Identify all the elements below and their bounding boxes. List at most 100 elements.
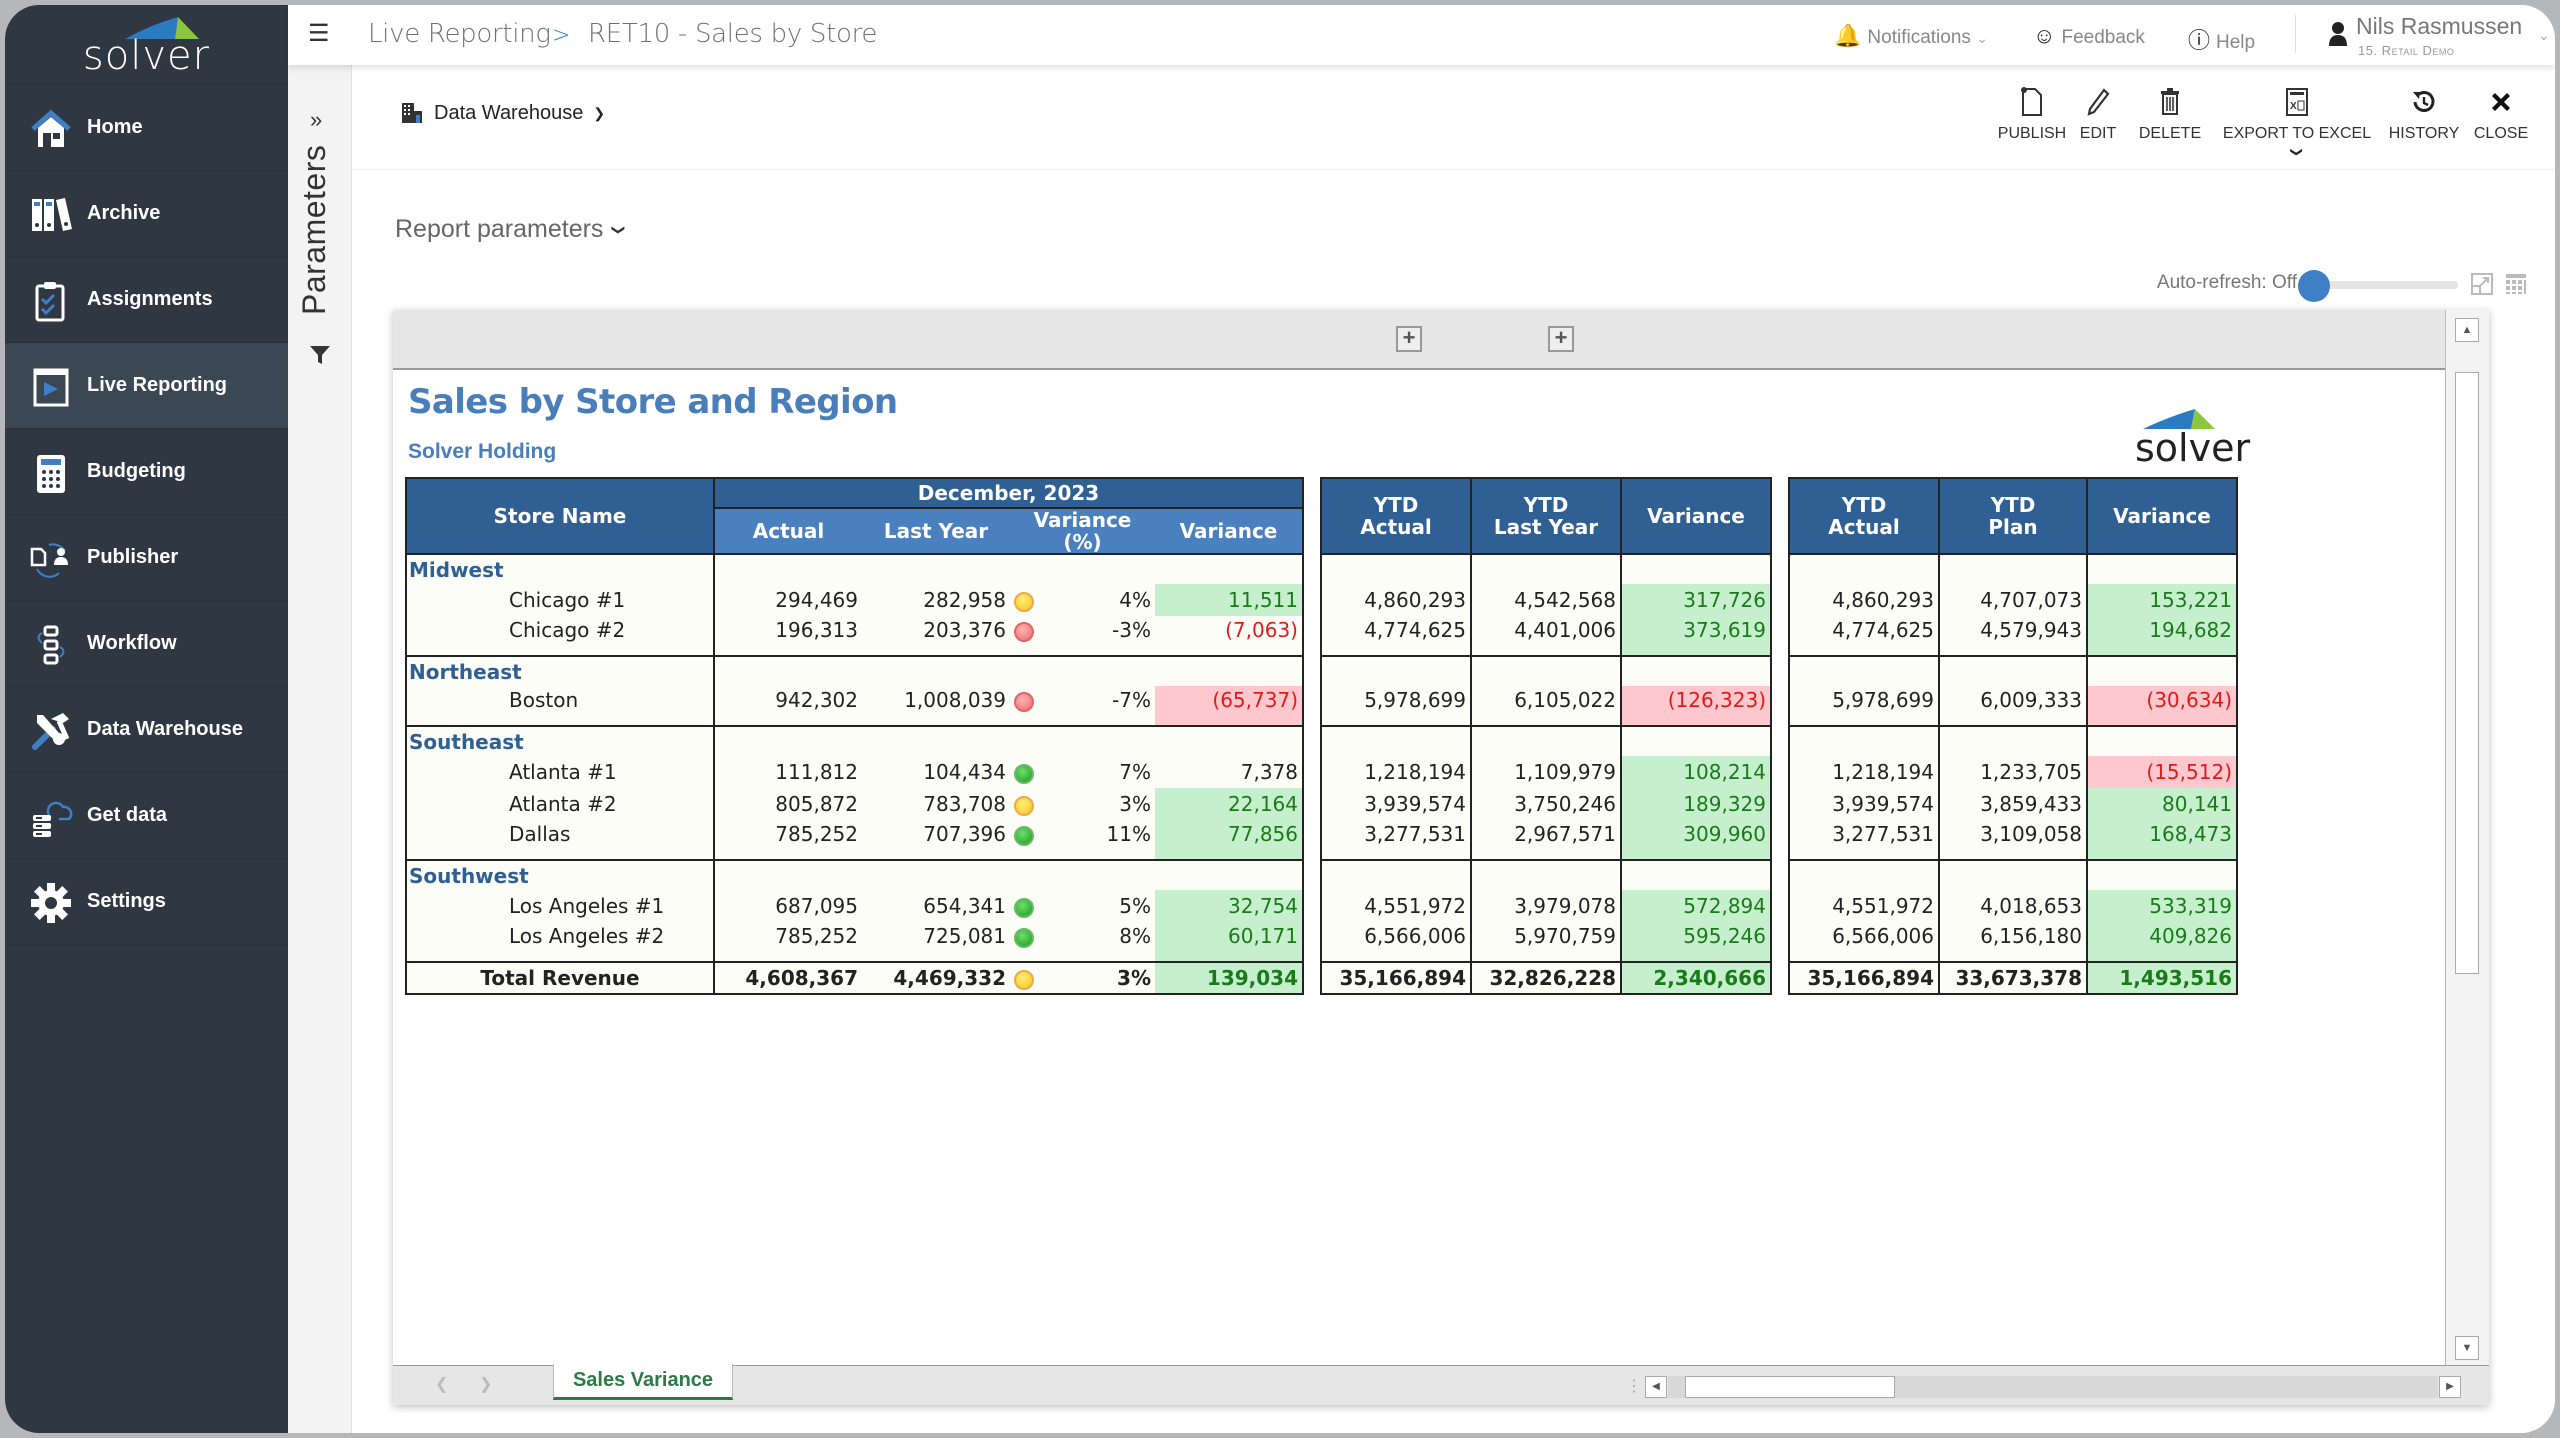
table-row: Los Angeles #2 785,252 725,081 8% 60,171 6,56… [405,922,2238,963]
scroll-up-button[interactable]: ▲ [2455,318,2479,342]
sidebar-item-home[interactable]: Home [5,85,288,171]
empty-cell [1470,554,1622,584]
actual-cell: 805,872 [713,788,862,820]
auto-refresh-slider[interactable] [2298,270,2458,302]
sidebar-item-workflow[interactable]: Workflow [5,601,288,687]
header-line: Plan [1988,515,2038,539]
sidebar-item-get-data[interactable]: Get data [5,773,288,859]
feedback-button[interactable]: ☺ Feedback [2033,23,2145,49]
chevron-down-icon: ❯ [593,104,606,121]
divider [2295,15,2296,53]
column-gap [1303,962,1321,994]
ytd-plan-variance-cell: 194,682 [2086,616,2238,657]
filter-icon[interactable] [308,343,332,367]
ytd-plan-variance-cell: 168,473 [2086,820,2238,861]
history-button[interactable]: HISTORY [2382,85,2466,143]
column-gap [1303,616,1321,656]
header-ytd-plan-variance: Variance [2086,477,2238,555]
edit-button[interactable]: EDIT [2068,85,2128,143]
store-name-cell: Los Angeles #2 [405,922,715,963]
sidebar-item-publisher[interactable]: Publisher [5,515,288,601]
prev-sheet-icon[interactable]: ❮ [435,1374,448,1394]
report-parameters-label: Report parameters [395,215,604,243]
scroll-left-button[interactable]: ◀ [1645,1376,1667,1398]
export-to-excel-button[interactable]: X EXPORT TO EXCEL ❯ [2222,85,2372,161]
table-row: Chicago #2 196,313 203,376 -3% (7,063) 4,774,… [405,616,2238,657]
solver-logo[interactable]: solver [5,5,288,85]
export-options-chevron-icon[interactable]: ❯ [2290,147,2304,157]
empty-cell [1320,554,1472,584]
empty-cell [862,656,1010,686]
sidebar-item-live-reporting[interactable]: Live Reporting [5,343,288,429]
status-cell [1010,616,1050,657]
empty-cell [862,726,1010,756]
ytd-variance-cell: (126,323) [1620,686,1772,727]
variance-pct-cell: 11% [1050,820,1155,861]
close-button[interactable]: CLOSE [2468,85,2534,143]
empty-cell [1788,554,1940,584]
last-year-cell: 654,341 [923,894,1006,918]
datasource-dropdown[interactable]: Data Warehouse ❯ [400,101,605,125]
user-name[interactable]: Nils Rasmussen [2356,13,2522,40]
ytd-variance-cell: 373,619 [1620,616,1772,657]
table-row: Atlanta #2 805,872 783,708 3% 22,164 3,939,57… [405,788,2238,820]
scroll-down-button[interactable]: ▼ [2455,1336,2479,1360]
empty-cell [1788,726,1940,756]
column-gap [1771,860,1789,890]
actual-cell: 942,302 [713,686,862,727]
breadcrumb-live-reporting[interactable]: Live Reporting [368,19,551,49]
ytd-actual-cell: 4,551,972 [1320,890,1472,922]
vertical-scrollbar[interactable]: ▲ ▼ [2445,310,2489,1365]
sidebar-item-settings[interactable]: Settings [5,859,288,945]
ytd-variance-cell: 189,329 [1620,788,1772,820]
empty-cell [1155,860,1304,890]
close-icon [2492,93,2510,111]
next-sheet-icon[interactable]: ❯ [479,1374,492,1394]
scroll-right-button[interactable]: ▶ [2439,1376,2461,1398]
sidebar-item-archive[interactable]: Archive [5,171,288,257]
parameters-label[interactable]: Parameters [296,145,333,315]
header-ytd-variance: Variance [1620,477,1772,555]
empty-cell [1010,656,1050,686]
help-label: Help [2216,32,2256,53]
fit-to-screen-icon[interactable] [2470,272,2494,296]
sidebar-item-data-warehouse[interactable]: Data Warehouse [5,687,288,773]
last-year-cell: 4,469,332 [862,961,1010,995]
user-icon[interactable] [2328,21,2348,47]
column-gap [1771,584,1789,616]
splitter-grip-icon[interactable]: ⋮ [1626,1376,1642,1396]
actual-cell: 4,608,367 [713,961,862,995]
publish-button[interactable]: PUBLISH [1992,85,2072,143]
store-name-cell: Total Revenue [405,961,715,995]
report-viewer: + + Sales by Store and Region Solver Hol… [393,310,2489,1405]
tools-wrench-hammer-icon [29,709,73,753]
variance-pct-cell: 4% [1119,588,1151,612]
sidebar-item-assignments[interactable]: Assignments [5,257,288,343]
notifications-button[interactable]: 🔔 Notifications ⌄ [1834,23,1988,49]
grid-view-icon[interactable] [2504,272,2528,296]
ytd-plan-cell: 4,579,943 [1938,616,2088,657]
delete-button[interactable]: DELETE [2134,85,2206,143]
status-cell [1010,788,1050,820]
horizontal-scroll-thumb[interactable] [1685,1376,1895,1398]
status-cell [1010,961,1050,995]
user-menu-chevron-icon[interactable]: ⌄ [2538,27,2550,44]
sidebar-item-budgeting[interactable]: Budgeting [5,429,288,515]
report-parameters-toggle[interactable]: Report parameters ❯ [395,215,627,244]
sheet-tab-sales-variance[interactable]: Sales Variance [553,1364,733,1400]
help-button[interactable]: ⓘ Help [2188,23,2255,55]
column-gap [1303,726,1321,756]
table-row: Los Angeles #1 687,095 654,341 5% 32,754 4,55… [405,890,2238,922]
ytd-plan-variance-cell: 1,493,516 [2086,961,2238,995]
ytd-actual-cell: 1,218,194 [1320,756,1472,788]
menu-icon[interactable]: ☰ [308,19,330,48]
vertical-scroll-thumb[interactable] [2455,372,2479,974]
empty-cell [1155,726,1304,756]
expand-group-button[interactable]: + [1396,326,1422,352]
parameters-panel[interactable]: » Parameters [288,65,352,1433]
expand-group-button[interactable]: + [1548,326,1574,352]
column-gap [1771,890,1789,922]
slider-knob[interactable] [2298,270,2330,302]
column-gap [1303,820,1321,860]
expand-parameters-icon[interactable]: » [310,107,322,133]
